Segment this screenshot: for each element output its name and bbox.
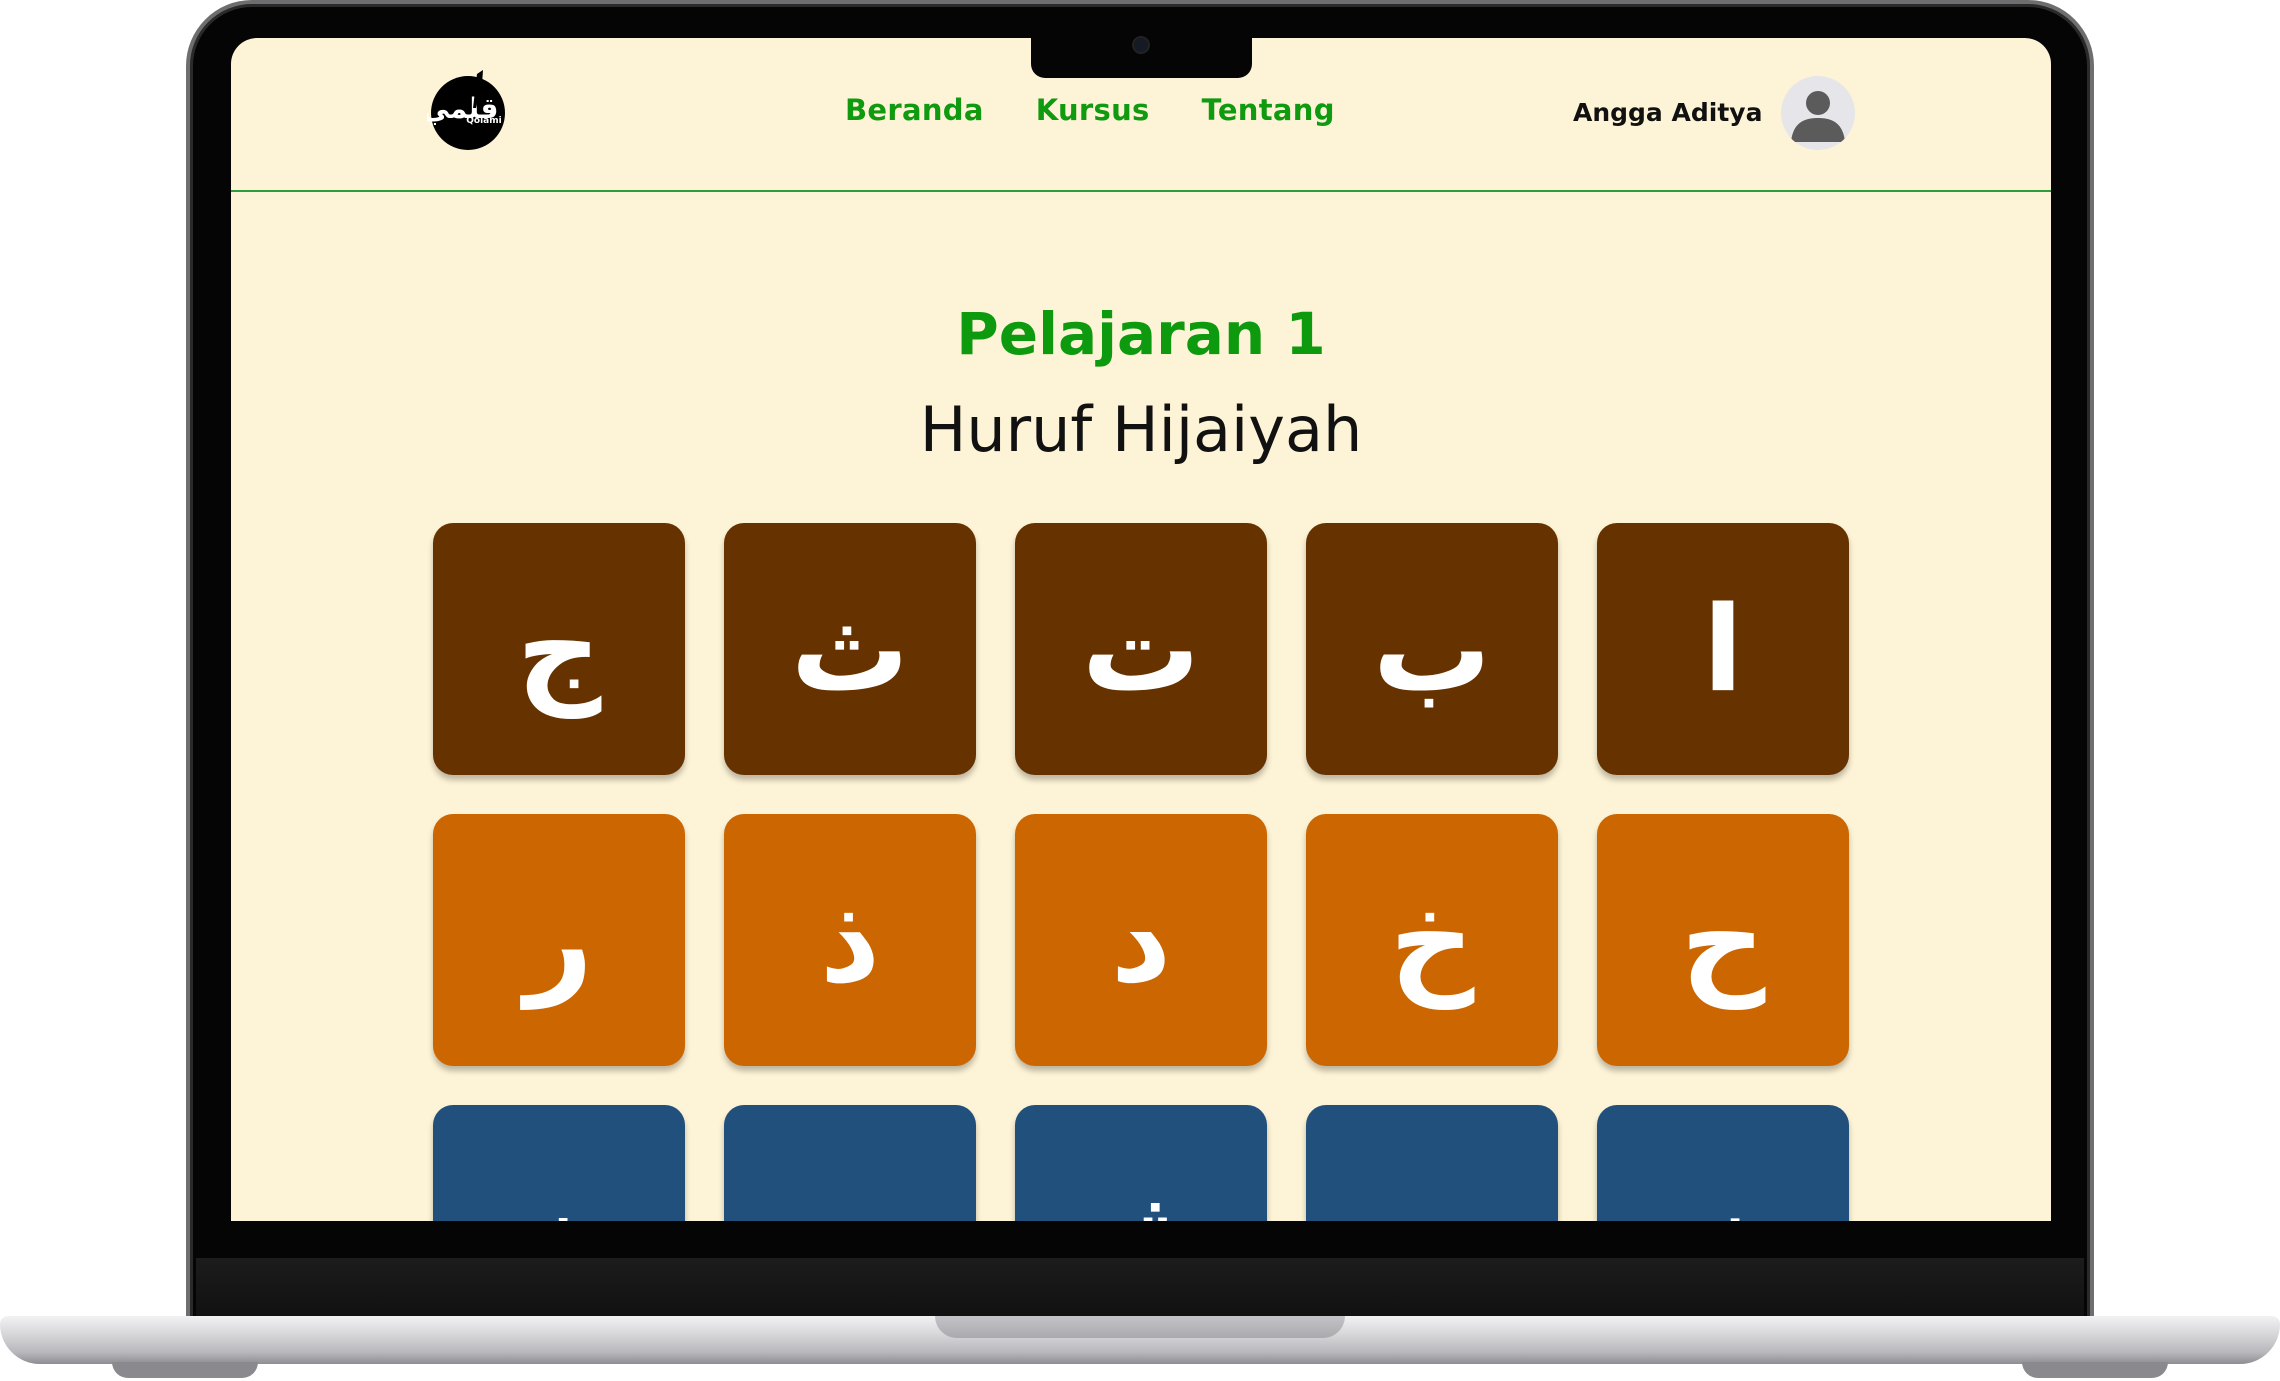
- laptop-foot-right: [2022, 1362, 2168, 1378]
- letter-tile[interactable]: ص: [724, 1105, 976, 1221]
- letter-glyph: ت: [1081, 580, 1201, 718]
- logo-caption: Qolami: [466, 116, 501, 126]
- letter-glyph: د: [1110, 871, 1172, 1009]
- letter-glyph: ض: [480, 1172, 639, 1221]
- letter-tile[interactable]: ح: [1597, 814, 1849, 1066]
- main-nav: Beranda Kursus Tentang: [845, 93, 1335, 127]
- laptop-chin: [196, 1258, 2084, 1316]
- camera-icon: [1132, 36, 1150, 54]
- lesson-title: Pelajaran 1: [956, 300, 1326, 368]
- nav-kursus[interactable]: Kursus: [1036, 93, 1150, 127]
- app-screen: قلمي Qolami Beranda Kursus Tentang Angga…: [231, 38, 2051, 1221]
- letter-tile[interactable]: ذ: [724, 814, 976, 1066]
- letter-tile[interactable]: ش: [1015, 1105, 1267, 1221]
- letter-tile[interactable]: خ: [1306, 814, 1558, 1066]
- letter-glyph: ج: [516, 580, 602, 718]
- letter-tile[interactable]: ث: [724, 523, 976, 775]
- letter-glyph: ذ: [819, 871, 881, 1009]
- laptop-opening-notch: [935, 1316, 1345, 1338]
- lesson-subtitle: Huruf Hijaiyah: [919, 393, 1363, 466]
- user-avatar-icon[interactable]: [1781, 76, 1855, 150]
- letter-tile[interactable]: ت: [1015, 523, 1267, 775]
- laptop-foot-left: [112, 1362, 258, 1378]
- letter-glyph: ب: [1372, 580, 1492, 718]
- letter-tile[interactable]: س: [1306, 1105, 1558, 1221]
- letter-tile[interactable]: د: [1015, 814, 1267, 1066]
- qolami-logo[interactable]: قلمي Qolami: [422, 68, 509, 150]
- user-name: Angga Aditya: [1573, 98, 1763, 127]
- letter-glyph: ش: [1060, 1172, 1223, 1221]
- letter-grid: ج ث ت ب ا ر ذ د خ ح ض ص ش س ز: [433, 523, 1853, 1221]
- letter-tile[interactable]: ز: [1597, 1105, 1849, 1221]
- letter-tile[interactable]: ج: [433, 523, 685, 775]
- letter-glyph: ث: [790, 580, 910, 718]
- nav-tentang[interactable]: Tentang: [1202, 93, 1335, 127]
- letter-tile[interactable]: ض: [433, 1105, 685, 1221]
- letter-glyph: ح: [1680, 871, 1766, 1009]
- letter-glyph: خ: [1389, 871, 1475, 1009]
- letter-glyph: ر: [525, 871, 593, 1009]
- letter-tile[interactable]: ر: [433, 814, 685, 1066]
- letter-glyph: ز: [1689, 1172, 1757, 1221]
- letter-glyph: ا: [1702, 580, 1744, 718]
- nav-beranda[interactable]: Beranda: [845, 93, 984, 127]
- letter-tile[interactable]: ب: [1306, 523, 1558, 775]
- letter-tile[interactable]: ا: [1597, 523, 1849, 775]
- letter-glyph: ص: [771, 1172, 930, 1221]
- letter-glyph: س: [1351, 1172, 1514, 1221]
